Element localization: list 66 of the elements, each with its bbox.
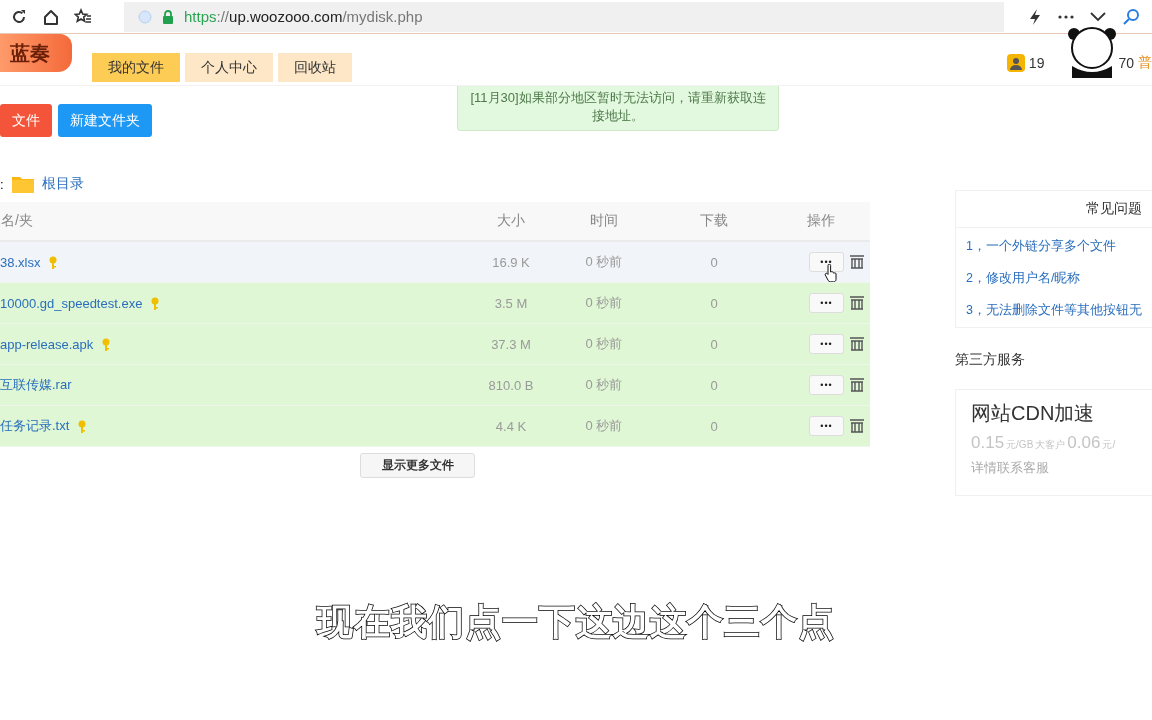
notice-banner: [11月30]如果部分地区暂时无法访问，请重新获取连接地址。: [457, 86, 779, 131]
table-cell: 0: [710, 336, 718, 352]
table-cell: 0: [710, 418, 718, 434]
lock-icon: [162, 9, 174, 24]
faq-title: 常见问题: [956, 191, 1152, 228]
service-title: 网站CDN加速: [971, 401, 1096, 426]
column-header: 大小: [470, 202, 552, 241]
site-logo[interactable]: 蓝奏: [0, 34, 72, 72]
trash-icon[interactable]: [850, 337, 864, 351]
table-cell: 37.3 M: [491, 336, 531, 352]
column-header: 时间: [552, 202, 656, 241]
table-cell: 0 秒前: [585, 418, 623, 433]
chevron-down-icon[interactable]: [1090, 11, 1106, 22]
faq-link[interactable]: 1，一个外链分享多个文件: [966, 238, 1148, 255]
user-level-label: 普: [1138, 53, 1152, 72]
more-button[interactable]: •••: [809, 375, 844, 395]
user-icon: [1006, 53, 1025, 72]
reload-icon[interactable]: [10, 7, 28, 26]
globe-icon: [138, 9, 152, 24]
table-cell: 0: [710, 295, 718, 311]
trash-icon[interactable]: [850, 296, 864, 310]
file-name-link[interactable]: 10000.gd_speedtest.exe: [0, 295, 143, 311]
nav-tab[interactable]: 回收站: [278, 53, 352, 82]
column-header: 操作: [772, 202, 870, 241]
service-note: 详情联系客服: [971, 459, 1050, 477]
faq-link[interactable]: 2，修改用户名/昵称: [966, 270, 1148, 287]
user-name: 19: [1028, 54, 1045, 71]
column-header: 名/夹: [0, 202, 470, 241]
table-cell: 0: [710, 254, 718, 270]
table-cell: 0: [710, 377, 718, 393]
trash-icon[interactable]: [850, 378, 864, 392]
table-cell: 810.0 B: [488, 377, 534, 393]
column-header: 下载: [656, 202, 772, 241]
table-cell: 0 秒前: [585, 295, 623, 310]
section-title: 第三方服务: [955, 351, 1026, 369]
faq-link[interactable]: 3，无法删除文件等其他按钮无: [966, 302, 1148, 319]
more-button[interactable]: •••: [809, 293, 844, 313]
address-field[interactable]: https://up.woozooo.com/mydisk.php: [184, 8, 423, 25]
file-name-link[interactable]: 38.xlsx: [0, 254, 41, 270]
file-name-link[interactable]: 互联传媒.rar: [0, 376, 72, 394]
nav-tab[interactable]: 个人中心: [185, 53, 273, 82]
table-cell: 0 秒前: [585, 254, 623, 269]
file-name-link[interactable]: app-release.apk: [0, 336, 94, 352]
table-cell: 4.4 K: [495, 418, 527, 434]
more-button[interactable]: •••: [809, 334, 844, 354]
more-button[interactable]: •••: [809, 416, 844, 436]
show-more-button[interactable]: 显示更多文件: [360, 453, 475, 478]
home-icon[interactable]: [42, 7, 60, 26]
more-button[interactable]: •••: [809, 252, 844, 272]
trash-icon[interactable]: [850, 419, 864, 433]
table-cell: 3.5 M: [494, 295, 528, 311]
video-subtitle: 现在我们点一下这边这个三个点: [317, 600, 835, 644]
more-icon[interactable]: [1058, 14, 1074, 19]
file-name-link[interactable]: 任务记录.txt: [0, 417, 70, 435]
nav-tab[interactable]: 我的文件: [92, 53, 180, 82]
folder-icon: [11, 175, 34, 193]
table-cell: 16.9 K: [492, 254, 530, 270]
search-icon[interactable]: [1122, 7, 1140, 26]
table-cell: 0 秒前: [585, 336, 623, 351]
user-name: 70: [1118, 54, 1134, 71]
trash-icon[interactable]: [850, 255, 864, 269]
table-cell: 0 秒前: [585, 377, 623, 392]
breadcrumb-link[interactable]: 根目录: [41, 175, 84, 193]
breadcrumb-separator: :: [0, 176, 4, 192]
hand-cursor-icon: [824, 264, 838, 282]
star-list-icon[interactable]: [74, 7, 92, 26]
